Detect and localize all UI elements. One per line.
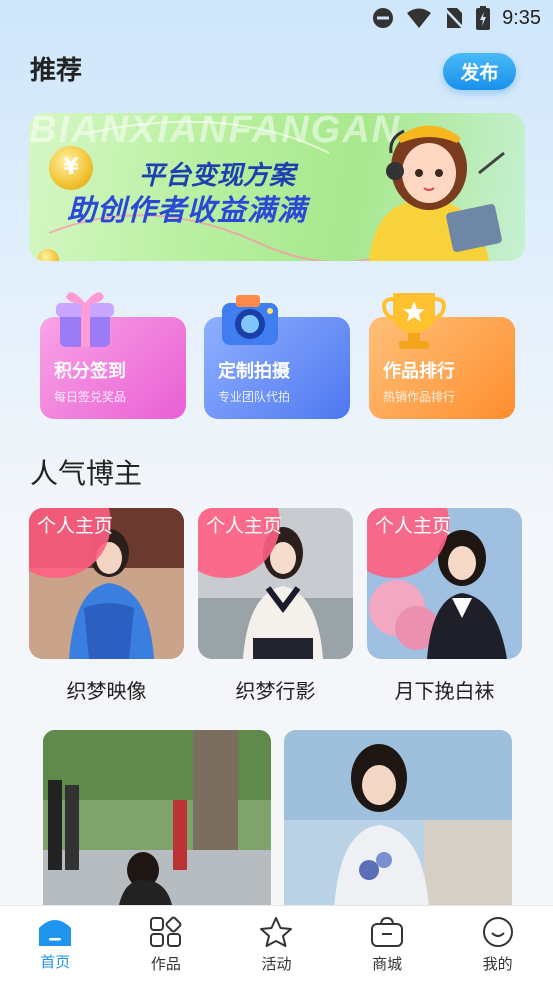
feed-photo[interactable]	[284, 730, 512, 910]
trophy-icon	[382, 293, 446, 349]
profile-tag: 个人主页	[37, 515, 114, 537]
blogger-photo[interactable]: 个人主页	[198, 508, 353, 659]
feed-photo-image	[284, 730, 512, 910]
blogger-card[interactable]: 个人主页 月下挽白袜	[367, 508, 522, 704]
feed-photo-image	[43, 730, 271, 910]
do-not-disturb-icon	[373, 8, 394, 28]
nav-works[interactable]: 作品	[111, 906, 222, 983]
bottom-nav: 首页 作品 活动 商城 我的	[0, 905, 553, 983]
gift-box-icon	[56, 292, 114, 347]
coin-icon: ¥	[49, 146, 93, 190]
no-sim-icon	[444, 8, 464, 29]
status-bar: 9:35	[0, 0, 553, 38]
feature-title: 积分签到	[54, 361, 126, 382]
feature-subtitle: 专业团队代拍	[218, 390, 291, 404]
nav-activity[interactable]: 活动	[221, 906, 332, 983]
nav-shop-label: 商城	[372, 955, 403, 973]
profile-tag: 个人主页	[206, 515, 283, 537]
blogger-card[interactable]: 个人主页 织梦映像	[29, 508, 184, 704]
nav-shop[interactable]: 商城	[332, 906, 443, 983]
nav-profile[interactable]: 我的	[442, 906, 553, 983]
status-time: 9:35	[502, 6, 541, 29]
blogger-name: 织梦行影	[235, 679, 316, 703]
profile-smile-icon	[482, 917, 513, 947]
feed-photo[interactable]	[43, 730, 271, 910]
promo-banner[interactable]: BIANXIANFANGAN ¥ 平台变现方案 助创作者收益满满	[29, 113, 525, 261]
nav-profile-label: 我的	[482, 955, 513, 973]
feature-checkin[interactable]: 积分签到 每日签兑奖品	[40, 283, 186, 421]
coin-symbol: ¥	[63, 155, 79, 180]
feature-subtitle: 每日签兑奖品	[54, 390, 127, 404]
home-icon	[39, 920, 72, 946]
nav-works-label: 作品	[150, 955, 181, 973]
page-title: 推荐	[30, 56, 83, 86]
feature-subtitle: 热销作品排行	[383, 390, 456, 404]
nav-home[interactable]: 首页	[0, 906, 111, 983]
banner-subheadline: 助创作者收益满满	[67, 193, 308, 227]
blogger-name: 月下挽白袜	[394, 679, 495, 703]
feature-title: 作品排行	[383, 361, 455, 382]
feature-ranking[interactable]: 作品排行 热销作品排行	[369, 283, 515, 421]
blogger-name: 织梦映像	[66, 679, 147, 703]
profile-tag: 个人主页	[375, 515, 452, 537]
nav-activity-label: 活动	[261, 955, 292, 973]
feature-custom-shoot[interactable]: 定制拍摄 专业团队代拍	[204, 283, 350, 421]
star-icon	[260, 917, 293, 947]
section-title-popular-bloggers: 人气博主	[30, 457, 143, 490]
wifi-icon	[407, 8, 432, 28]
girl-illustration	[369, 125, 505, 261]
feature-title: 定制拍摄	[218, 361, 290, 382]
nav-home-label: 首页	[40, 953, 71, 971]
shopping-bag-icon	[371, 916, 404, 947]
battery-charging-icon	[476, 6, 491, 30]
blogger-card[interactable]: 个人主页 织梦行影	[198, 508, 353, 704]
blogger-photo[interactable]: 个人主页	[29, 508, 184, 659]
publish-button[interactable]: 发布	[443, 53, 516, 90]
blogger-photo[interactable]: 个人主页	[367, 508, 522, 659]
camera-icon	[222, 295, 278, 345]
works-grid-icon	[149, 916, 182, 947]
